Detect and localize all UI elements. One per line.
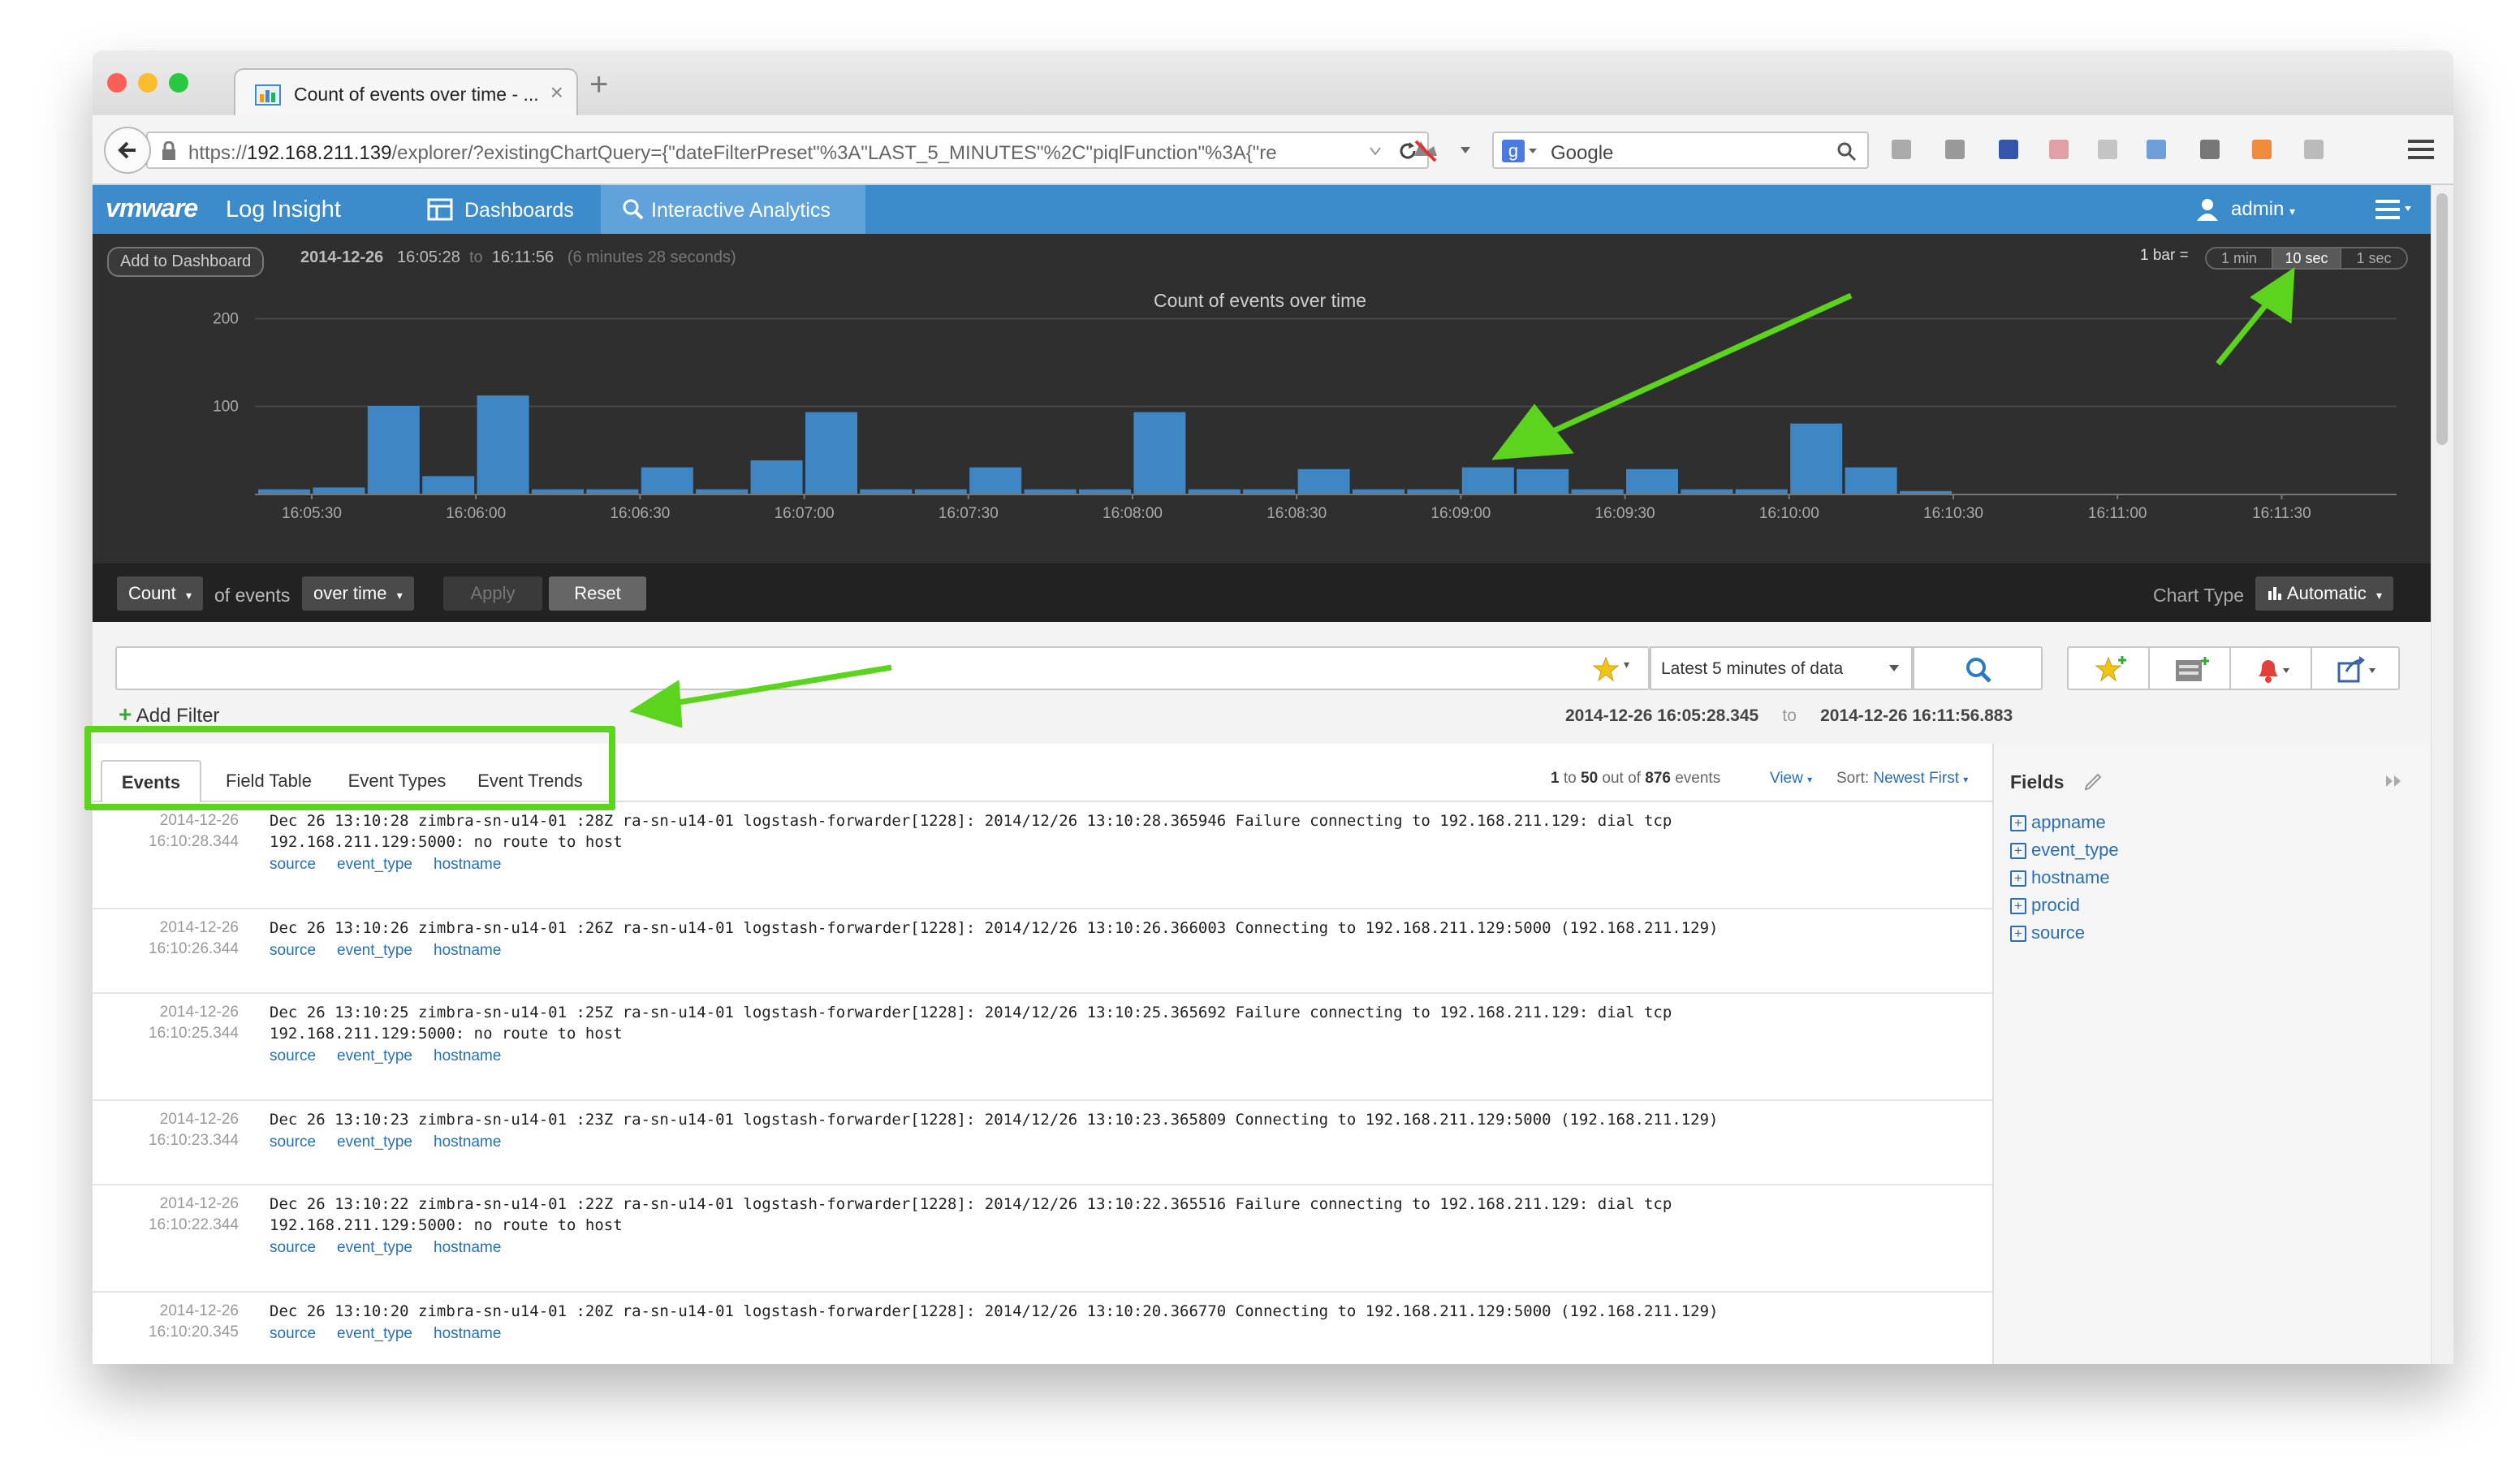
tabs-arrow-head <box>629 680 683 728</box>
screenshot-stage: Count of events over time - ... × + http… <box>0 0 2520 1481</box>
annotation-arrows <box>629 267 2295 728</box>
chart-arrow <box>1553 292 1853 434</box>
chart-arrow-head <box>1491 404 1574 460</box>
tabs-arrow <box>673 664 892 706</box>
